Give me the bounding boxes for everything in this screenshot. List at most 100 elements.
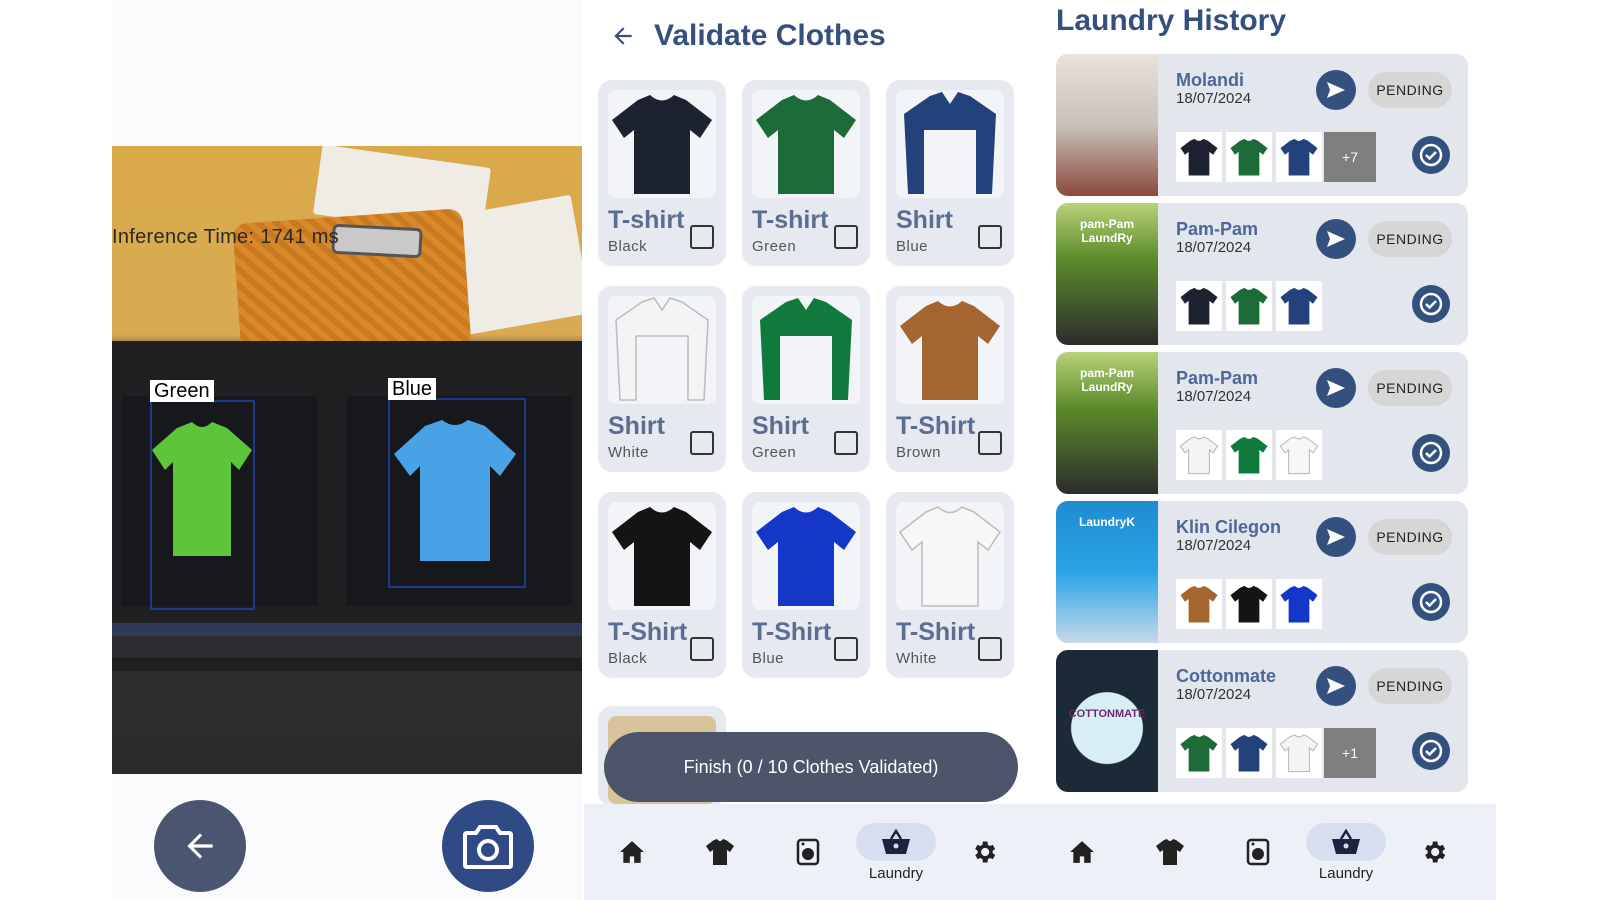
cloth-thumbnail	[1176, 281, 1222, 331]
nav-washer[interactable]	[764, 804, 852, 900]
washing-machine-icon	[1246, 838, 1270, 866]
send-icon	[1327, 82, 1345, 98]
back-button[interactable]	[154, 800, 246, 892]
cloth-image	[896, 502, 1004, 610]
history-card[interactable]: COTTONMATE Cottonmate 18/07/2024 PENDING +1	[1056, 650, 1468, 792]
status-badge: PENDING	[1368, 370, 1452, 406]
cloth-name: T-shirt	[752, 206, 829, 234]
cloth-color: White	[608, 444, 649, 461]
cloth-thumbnail	[1276, 430, 1322, 480]
cloth-thumbnail	[1276, 579, 1322, 629]
status-badge: PENDING	[1368, 519, 1452, 555]
complete-button[interactable]	[1412, 136, 1450, 174]
store-name: Pam-Pam	[1176, 219, 1259, 239]
nav-active-indicator	[1306, 822, 1386, 861]
validate-checkbox[interactable]	[978, 637, 1002, 661]
nav-settings[interactable]	[1390, 804, 1478, 900]
page-title: Validate Clothes	[654, 19, 886, 52]
cloth-color: Black	[608, 650, 648, 667]
cloth-thumbnail	[1276, 281, 1322, 331]
check-circle-icon	[1419, 590, 1443, 614]
cloth-color: Green	[752, 238, 797, 255]
cloth-name: Shirt	[896, 206, 953, 234]
nav-home[interactable]	[1038, 804, 1126, 900]
cloth-card: Shirt White	[598, 286, 726, 472]
validate-checkbox[interactable]	[978, 431, 1002, 455]
order-date: 18/07/2024	[1176, 239, 1252, 256]
store-photo: LaundryK	[1056, 501, 1158, 643]
washing-machine-icon	[796, 838, 820, 866]
cloth-card: Shirt Blue	[886, 80, 1014, 266]
history-card[interactable]: Molandi 18/07/2024 PENDING +7	[1056, 54, 1468, 196]
validate-header: Validate Clothes	[610, 14, 886, 58]
nav-laundry[interactable]: Laundry	[852, 804, 940, 900]
history-card[interactable]: LaundryK Klin Cilegon 18/07/2024 PENDING	[1056, 501, 1468, 643]
send-button[interactable]	[1316, 517, 1356, 557]
cloth-thumbnail	[1276, 132, 1322, 182]
cloth-card: T-Shirt Brown	[886, 286, 1014, 472]
cloth-card: T-Shirt White	[886, 492, 1014, 678]
cloth-thumbnail	[1226, 728, 1272, 778]
order-date: 18/07/2024	[1176, 686, 1252, 703]
cloth-thumbnail	[1176, 132, 1222, 182]
cloth-name: T-shirt	[608, 206, 685, 234]
store-photo: COTTONMATE	[1056, 650, 1158, 792]
validate-checkbox[interactable]	[690, 225, 714, 249]
status-badge: PENDING	[1368, 221, 1452, 257]
cloth-image	[608, 90, 716, 198]
status-badge: PENDING	[1368, 668, 1452, 704]
cloth-color: Green	[752, 444, 797, 461]
basket-icon	[882, 828, 910, 854]
history-card[interactable]: pam-Pam LaundRy Pam-Pam 18/07/2024 PENDING	[1056, 203, 1468, 345]
complete-button[interactable]	[1412, 732, 1450, 770]
nav-clothes[interactable]	[1126, 804, 1214, 900]
complete-button[interactable]	[1412, 583, 1450, 621]
validate-checkbox[interactable]	[834, 431, 858, 455]
validate-checkbox[interactable]	[834, 637, 858, 661]
nav-label: Laundry	[1318, 864, 1374, 882]
store-name: Pam-Pam	[1176, 368, 1259, 388]
order-date: 18/07/2024	[1176, 537, 1252, 554]
send-icon	[1327, 678, 1345, 694]
finish-button[interactable]: Finish (0 / 10 Clothes Validated)	[604, 732, 1018, 802]
cloth-image	[896, 90, 1004, 198]
nav-washer[interactable]	[1214, 804, 1302, 900]
nav-clothes[interactable]	[676, 804, 764, 900]
send-icon	[1327, 529, 1345, 545]
cloth-color: Black	[608, 238, 648, 255]
complete-button[interactable]	[1412, 285, 1450, 323]
nav-settings[interactable]	[940, 804, 1028, 900]
cloth-thumbnail	[1226, 281, 1272, 331]
store-name: Molandi	[1176, 70, 1244, 90]
check-circle-icon	[1419, 292, 1443, 316]
arrow-left-icon[interactable]	[610, 23, 636, 49]
gear-icon	[1425, 841, 1446, 863]
complete-button[interactable]	[1412, 434, 1450, 472]
home-icon	[1070, 841, 1094, 863]
cloth-thumbnail	[1176, 579, 1222, 629]
capture-button[interactable]	[442, 800, 534, 892]
shirt-icon	[706, 839, 734, 865]
store-sign: COTTONMATE	[1068, 708, 1146, 720]
validate-checkbox[interactable]	[834, 225, 858, 249]
nav-home[interactable]	[588, 804, 676, 900]
validate-screen: Validate Clothes T-shirt Black T-shirt Gree…	[584, 0, 1034, 900]
status-badge: PENDING	[1368, 72, 1452, 108]
send-button[interactable]	[1316, 666, 1356, 706]
nav-laundry[interactable]: Laundry	[1302, 804, 1390, 900]
send-button[interactable]	[1316, 219, 1356, 259]
cloth-image	[752, 90, 860, 198]
store-name: Klin Cilegon	[1176, 517, 1281, 537]
history-card[interactable]: pam-Pam LaundRy Pam-Pam 18/07/2024 PENDING	[1056, 352, 1468, 494]
send-button[interactable]	[1316, 70, 1356, 110]
shirt-icon	[1156, 839, 1184, 865]
validate-checkbox[interactable]	[978, 225, 1002, 249]
validate-checkbox[interactable]	[690, 431, 714, 455]
send-button[interactable]	[1316, 368, 1356, 408]
detection-box: Blue	[388, 378, 526, 588]
home-icon	[620, 841, 644, 863]
cloth-thumbnail	[1226, 132, 1272, 182]
validate-checkbox[interactable]	[690, 637, 714, 661]
cloth-name: T-Shirt	[896, 618, 976, 646]
store-name: Cottonmate	[1176, 666, 1276, 686]
